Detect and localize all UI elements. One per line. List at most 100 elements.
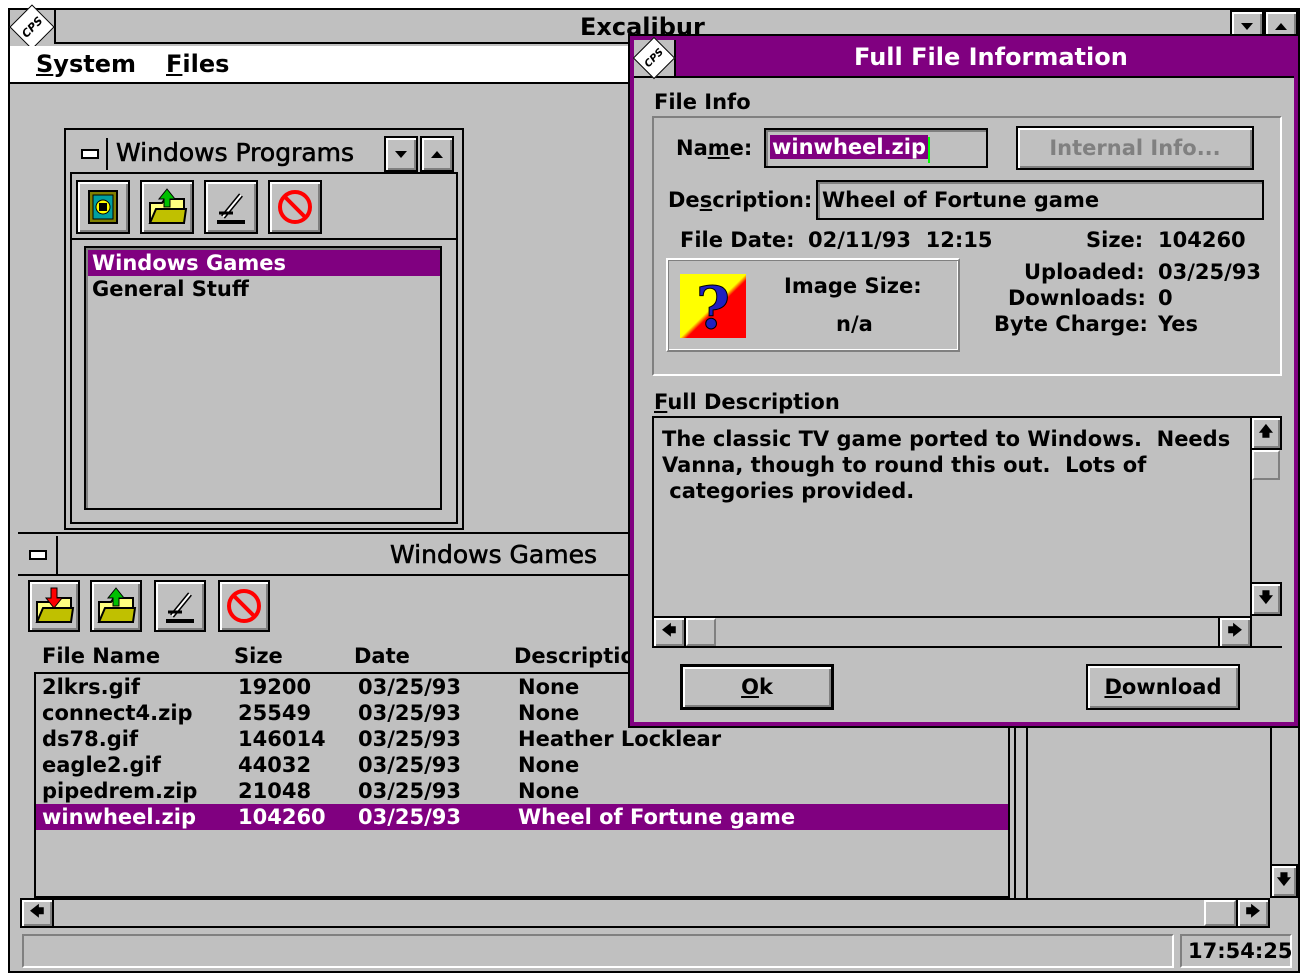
scroll-down-button[interactable]: 🡇 bbox=[1270, 864, 1298, 898]
download-button[interactable]: Download bbox=[1086, 664, 1240, 710]
internal-info-label: Internal Info... bbox=[1049, 136, 1221, 160]
full-description-box[interactable]: The classic TV game ported to Windows. N… bbox=[652, 416, 1282, 648]
arrow-down-icon: 🡇 bbox=[1276, 872, 1292, 888]
column-header-filename[interactable]: File Name bbox=[42, 644, 160, 668]
name-input[interactable]: winwheel.zip bbox=[764, 128, 988, 168]
status-clock: 17:54:25 bbox=[1180, 934, 1292, 968]
programs-list[interactable]: Windows Games General Stuff bbox=[84, 246, 442, 510]
list-item[interactable]: Windows Games bbox=[88, 250, 440, 276]
games-cancel-button[interactable] bbox=[218, 580, 270, 632]
programs-title: Windows Programs bbox=[116, 138, 355, 168]
cancel-icon bbox=[227, 589, 261, 623]
status-bar bbox=[22, 934, 1174, 968]
programs-maximize-button[interactable] bbox=[420, 136, 454, 172]
cell-description: None bbox=[518, 701, 580, 725]
cell-description: None bbox=[518, 675, 580, 699]
cell-description: Heather Locklear bbox=[518, 727, 722, 751]
scroll-right-button[interactable]: 🡆 bbox=[1236, 898, 1270, 928]
file-date-value: 02/11/93 12:15 bbox=[808, 228, 993, 252]
cell-filename: connect4.zip bbox=[42, 701, 193, 725]
desc-scroll-right-button[interactable]: 🡆 bbox=[1218, 616, 1252, 648]
column-header-date[interactable]: Date bbox=[354, 644, 410, 668]
cell-filename: ds78.gif bbox=[42, 727, 139, 751]
desc-scroll-thumb[interactable] bbox=[1252, 450, 1280, 480]
chevron-up-icon bbox=[1275, 22, 1287, 30]
scroll-thumb[interactable] bbox=[1204, 900, 1236, 926]
games-horizontal-scrollbar[interactable] bbox=[20, 898, 1270, 928]
menu-system[interactable]: System bbox=[36, 50, 136, 78]
cps-logo-icon: CPS bbox=[632, 36, 676, 80]
list-item[interactable]: General Stuff bbox=[88, 276, 440, 302]
programs-cancel-button[interactable] bbox=[268, 180, 322, 234]
programs-inspect-button[interactable] bbox=[204, 180, 258, 234]
cell-size: 25549 bbox=[238, 701, 312, 725]
arrow-up-icon: 🡅 bbox=[1258, 424, 1274, 440]
cell-size: 21048 bbox=[238, 779, 312, 803]
arrow-right-icon: 🡆 bbox=[1227, 623, 1243, 639]
internal-info-button[interactable]: Internal Info... bbox=[1016, 126, 1254, 170]
cell-size: 146014 bbox=[238, 727, 326, 751]
uploaded-value: 03/25/93 bbox=[1158, 260, 1262, 284]
downloads-value: 0 bbox=[1158, 286, 1173, 310]
cell-date: 03/25/93 bbox=[358, 779, 462, 803]
scroll-left-button[interactable]: 🡄 bbox=[20, 898, 54, 928]
desc-hscroll-thumb[interactable] bbox=[686, 618, 716, 646]
chevron-up-icon bbox=[431, 150, 443, 158]
image-size-value: n/a bbox=[836, 312, 873, 336]
size-label: Size: bbox=[1086, 228, 1144, 252]
desc-scroll-down-button[interactable]: 🡇 bbox=[1250, 582, 1282, 616]
download-button-label: Download bbox=[1104, 675, 1222, 699]
games-download-button[interactable] bbox=[28, 580, 80, 632]
system-menu-box[interactable]: CPS bbox=[9, 4, 56, 50]
ok-button[interactable]: Ok bbox=[680, 664, 834, 710]
download-folder-icon bbox=[35, 587, 75, 623]
cps-logo-icon: CPS bbox=[9, 4, 55, 50]
programs-minimize-button[interactable] bbox=[384, 136, 418, 172]
cell-description: None bbox=[518, 753, 580, 777]
description-label: Description: bbox=[668, 188, 813, 212]
name-value: winwheel.zip bbox=[770, 135, 929, 159]
programs-toolbar-divider bbox=[70, 238, 458, 240]
microscope-icon bbox=[217, 193, 245, 224]
text-cursor bbox=[928, 136, 931, 163]
cell-size: 104260 bbox=[238, 805, 326, 829]
cell-filename: winwheel.zip bbox=[42, 805, 197, 829]
uploaded-label: Uploaded: bbox=[1024, 260, 1145, 284]
image-size-label: Image Size: bbox=[784, 274, 922, 298]
cell-size: 19200 bbox=[238, 675, 312, 699]
programs-title-bar[interactable]: Windows Programs bbox=[70, 134, 458, 174]
full-description-label: Full Description bbox=[654, 390, 840, 414]
minus-icon bbox=[29, 550, 47, 560]
desc-scroll-up-button[interactable]: 🡅 bbox=[1250, 416, 1282, 450]
games-system-box[interactable] bbox=[20, 536, 58, 574]
column-header-description[interactable]: Descriptio bbox=[514, 644, 635, 668]
ok-button-label: Ok bbox=[741, 675, 773, 699]
programs-open-button[interactable] bbox=[140, 180, 194, 234]
table-row[interactable]: pipedrem.zip 21048 03/25/93 None bbox=[36, 778, 1008, 804]
cell-filename: pipedrem.zip bbox=[42, 779, 198, 803]
name-label: Name: bbox=[676, 136, 753, 160]
description-input[interactable]: Wheel of Fortune game bbox=[816, 180, 1264, 220]
open-folder-icon bbox=[148, 188, 188, 224]
description-horizontal-scrollbar[interactable] bbox=[652, 616, 1252, 648]
cell-size: 44032 bbox=[238, 753, 312, 777]
table-row[interactable]: eagle2.gif 44032 03/25/93 None bbox=[36, 752, 1008, 778]
dialog-system-box[interactable]: CPS bbox=[632, 36, 676, 80]
dialog-title-bar[interactable]: CPS Full File Information bbox=[632, 36, 1294, 80]
cell-date: 03/25/93 bbox=[358, 727, 462, 751]
file-date-label: File Date: bbox=[680, 228, 795, 252]
menu-files[interactable]: Files bbox=[166, 50, 229, 78]
programs-system-box[interactable] bbox=[74, 138, 108, 170]
book-icon bbox=[88, 190, 118, 224]
table-row[interactable]: ds78.gif 146014 03/25/93 Heather Locklea… bbox=[36, 726, 1008, 752]
cell-description: None bbox=[518, 779, 580, 803]
column-header-size[interactable]: Size bbox=[234, 644, 283, 668]
games-open-button[interactable] bbox=[90, 580, 142, 632]
table-row-selected[interactable]: winwheel.zip 104260 03/25/93 Wheel of Fo… bbox=[36, 804, 1008, 830]
games-inspect-button[interactable] bbox=[154, 580, 206, 632]
programs-book-button[interactable] bbox=[76, 180, 130, 234]
description-line: Vanna, though to round this out. Lots of bbox=[662, 453, 1147, 477]
open-folder-icon bbox=[97, 587, 137, 623]
desc-scroll-left-button[interactable]: 🡄 bbox=[652, 616, 686, 648]
minus-icon bbox=[81, 149, 99, 159]
